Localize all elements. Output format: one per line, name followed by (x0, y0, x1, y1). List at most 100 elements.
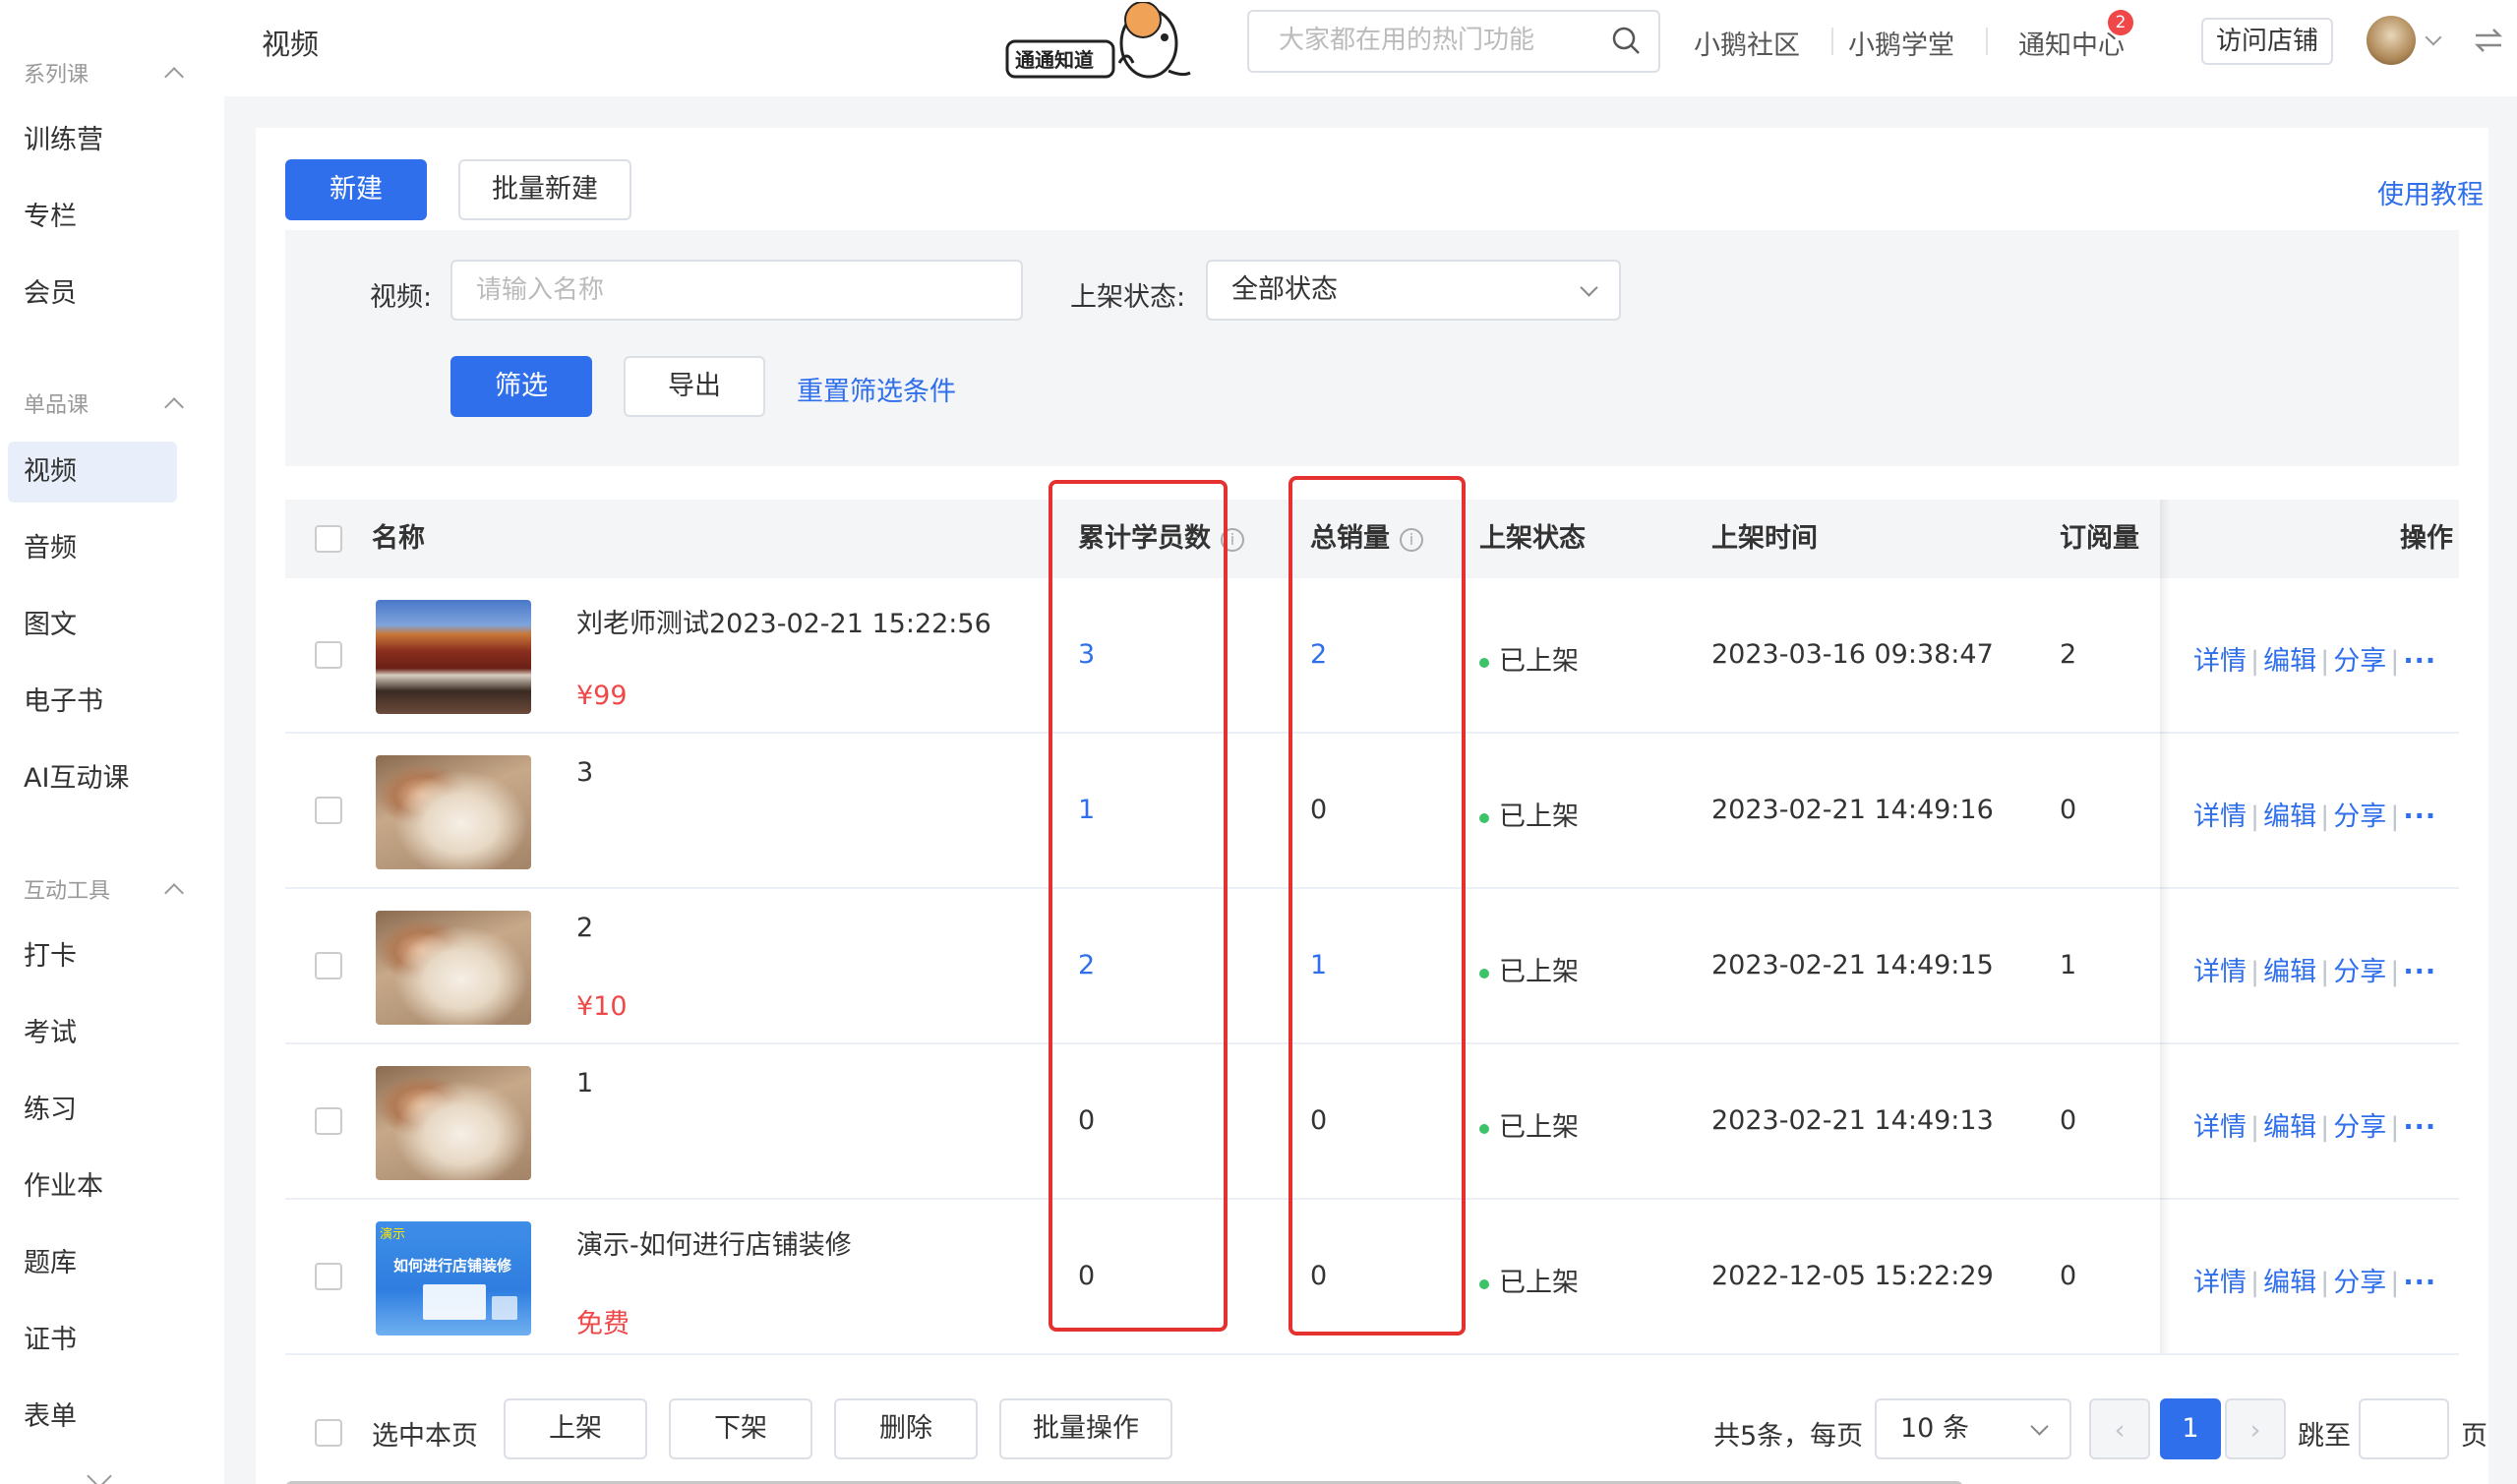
sidebar-group-single[interactable]: 单品课 (24, 387, 184, 419)
detail-link[interactable]: 详情 (2193, 957, 2247, 987)
search-box[interactable] (1247, 10, 1660, 73)
detail-link[interactable]: 详情 (2193, 1268, 2247, 1298)
video-name[interactable]: 2 (576, 913, 593, 943)
delete-button[interactable]: 删除 (834, 1398, 978, 1459)
status-text: 已上架 (1499, 801, 1579, 832)
link-academy[interactable]: 小鹅学堂 (1848, 24, 1954, 62)
jump-page-input[interactable] (2359, 1398, 2449, 1459)
filter-button[interactable]: 筛选 (450, 356, 592, 417)
new-button[interactable]: 新建 (285, 159, 427, 220)
detail-link[interactable]: 详情 (2193, 1112, 2247, 1143)
edit-link[interactable]: 编辑 (2263, 1112, 2316, 1143)
thumbnail-title: 如何进行店铺装修 (393, 1257, 512, 1275)
more-icon[interactable]: ··· (2403, 957, 2436, 987)
chevron-down-icon[interactable] (2425, 29, 2442, 46)
sidebar-item-article[interactable]: 图文 (8, 595, 177, 656)
edit-link[interactable]: 编辑 (2263, 646, 2316, 677)
sidebar-group-tools[interactable]: 互动工具 (24, 873, 184, 905)
row-checkbox[interactable] (315, 641, 342, 669)
sidebar-item-video[interactable]: 视频 (8, 442, 177, 503)
detail-link[interactable]: 详情 (2193, 801, 2247, 832)
sidebar-item-homework[interactable]: 作业本 (8, 1157, 177, 1217)
share-link[interactable]: 分享 (2333, 957, 2386, 987)
sidebar-item-question-bank[interactable]: 题库 (8, 1233, 177, 1294)
sidebar-item-practice[interactable]: 练习 (8, 1080, 177, 1141)
edit-link[interactable]: 编辑 (2263, 957, 2316, 987)
sidebar-item-audio[interactable]: 音频 (8, 518, 177, 579)
share-link[interactable]: 分享 (2333, 646, 2386, 677)
more-icon[interactable]: ··· (2403, 646, 2436, 677)
more-icon[interactable]: ··· (2403, 1112, 2436, 1143)
video-thumbnail[interactable] (376, 911, 531, 1025)
edit-link[interactable]: 编辑 (2263, 801, 2316, 832)
sidebar-item-exam[interactable]: 考试 (8, 1003, 177, 1064)
sidebar-item-column[interactable]: 专栏 (8, 187, 177, 248)
students-count[interactable]: 2 (1078, 950, 1095, 980)
sidebar-item-member[interactable]: 会员 (8, 264, 177, 325)
link-community[interactable]: 小鹅社区 (1694, 24, 1800, 62)
sidebar-item-form[interactable]: 表单 (8, 1387, 177, 1448)
video-name[interactable]: 3 (576, 757, 593, 788)
sidebar-item-camp[interactable]: 训练营 (8, 110, 177, 171)
info-icon[interactable]: i (1221, 527, 1244, 552)
publish-time: 2023-02-21 14:49:13 (1711, 1105, 1994, 1136)
visit-store-button[interactable]: 访问店铺 (2201, 18, 2333, 65)
students-count[interactable]: 1 (1078, 795, 1095, 825)
search-input[interactable] (1279, 12, 1593, 69)
row-checkbox[interactable] (315, 797, 342, 824)
share-link[interactable]: 分享 (2333, 1268, 2386, 1298)
export-button[interactable]: 导出 (624, 356, 765, 417)
batch-operation-button[interactable]: 批量操作 (999, 1398, 1172, 1459)
share-link[interactable]: 分享 (2333, 801, 2386, 832)
more-icon[interactable]: ··· (2403, 801, 2436, 832)
link-notification-center[interactable]: 通知中心 (2018, 24, 2125, 62)
subscriptions-count: 0 (2060, 1105, 2077, 1136)
reset-filter-link[interactable]: 重置筛选条件 (797, 370, 956, 408)
more-icon[interactable]: ··· (2403, 1268, 2436, 1298)
sales-count[interactable]: 2 (1310, 639, 1327, 670)
chevron-down-icon[interactable] (87, 1463, 112, 1484)
video-name[interactable]: 1 (576, 1068, 593, 1098)
page-size-select[interactable]: 10 条 (1875, 1398, 2071, 1459)
sidebar-item-certificate[interactable]: 证书 (8, 1310, 177, 1371)
batch-new-button[interactable]: 批量新建 (458, 159, 631, 220)
sidebar-item-checkin[interactable]: 打卡 (8, 926, 177, 987)
video-thumbnail[interactable] (376, 600, 531, 714)
search-icon[interactable] (1611, 26, 1641, 55)
select-page-label[interactable]: 选中本页 (372, 1414, 478, 1453)
switch-icon[interactable] (2472, 24, 2505, 57)
status-cell: 已上架 (1479, 795, 1579, 833)
chevron-down-icon (1580, 278, 1598, 297)
video-name[interactable]: 演示-如何进行店铺装修 (576, 1223, 852, 1262)
sidebar-item-ai-course[interactable]: AI互动课 (8, 748, 177, 809)
page-number-button[interactable]: 1 (2160, 1398, 2221, 1459)
detail-link[interactable]: 详情 (2193, 646, 2247, 677)
edit-link[interactable]: 编辑 (2263, 1268, 2316, 1298)
students-count[interactable]: 3 (1078, 639, 1095, 670)
prev-page-button[interactable]: ‹ (2089, 1398, 2150, 1459)
video-name-input[interactable]: 请输入名称 (450, 260, 1023, 321)
info-icon[interactable]: i (1400, 527, 1423, 552)
video-thumbnail[interactable] (376, 755, 531, 869)
video-thumbnail[interactable] (376, 1066, 531, 1180)
sidebar-item-ebook[interactable]: 电子书 (8, 672, 177, 733)
row-checkbox[interactable] (315, 1107, 342, 1135)
status-select[interactable]: 全部状态 (1206, 260, 1621, 321)
video-name[interactable]: 刘老师测试2023-02-21 15:22:56 (576, 602, 991, 640)
row-checkbox[interactable] (315, 1263, 342, 1290)
row-checkbox[interactable] (315, 952, 342, 979)
video-thumbnail[interactable]: 演示 如何进行店铺装修 (376, 1221, 531, 1336)
brand-logo[interactable]: 通通知道 (1001, 1, 1198, 87)
tutorial-link[interactable]: 使用教程 (2377, 173, 2484, 211)
select-all-checkbox[interactable] (315, 525, 342, 553)
avatar[interactable] (2367, 16, 2416, 65)
sales-count[interactable]: 1 (1310, 950, 1327, 980)
sales-count: 0 (1310, 1261, 1328, 1291)
select-page-checkbox[interactable] (315, 1419, 342, 1447)
page-title: 视频 (262, 28, 320, 61)
sidebar-group-series[interactable]: 系列课 (24, 57, 184, 89)
off-shelf-button[interactable]: 下架 (669, 1398, 812, 1459)
next-page-button[interactable]: › (2225, 1398, 2286, 1459)
share-link[interactable]: 分享 (2333, 1112, 2386, 1143)
on-shelf-button[interactable]: 上架 (504, 1398, 647, 1459)
